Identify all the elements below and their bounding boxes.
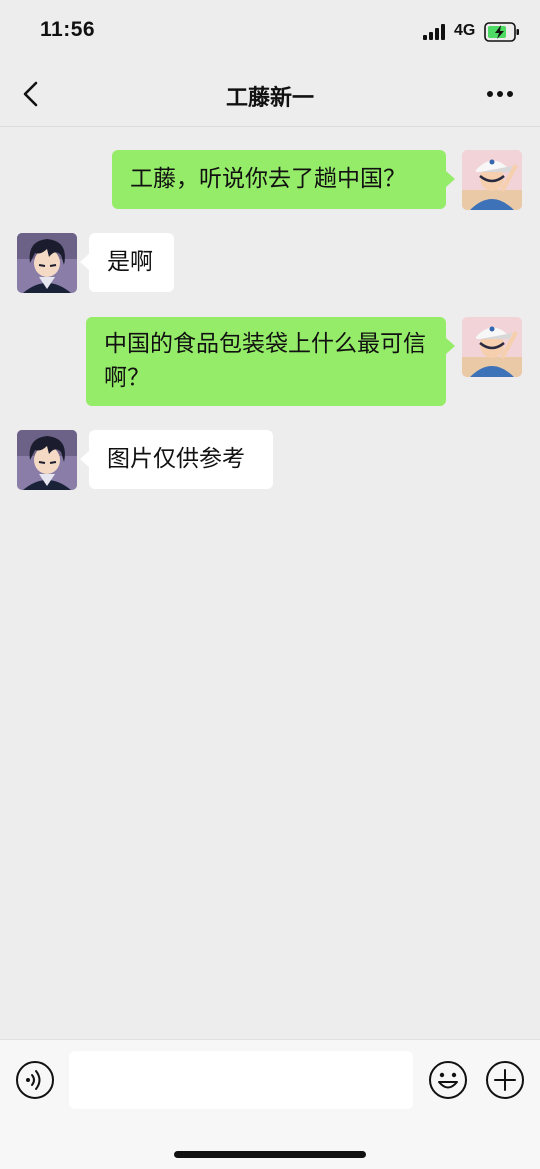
home-indicator[interactable] [174,1151,366,1158]
bubble-tail [446,338,455,354]
avatar-image-icon [462,317,522,377]
message-row-outgoing: 工藤，听说你去了趟中国？ [0,150,540,212]
signal-icon [423,24,445,40]
message-bubble[interactable]: 图片仅供参考 [89,430,273,489]
contact-avatar[interactable] [17,233,77,293]
message-row-incoming: 是啊 [0,233,540,295]
message-bubble[interactable]: 中国的食品包装袋上什么最可信啊？ [86,317,446,406]
bubble-tail [80,254,89,270]
message-list[interactable]: 工藤，听说你去了趟中国？ 是啊 中国的食品包装袋上什么最可信啊？ 图片仅供参考 [0,127,540,1039]
message-bubble[interactable]: 工藤，听说你去了趟中国？ [112,150,446,209]
avatar-image-icon [17,430,77,490]
emoji-icon[interactable] [428,1060,468,1100]
back-chevron-icon[interactable] [18,80,44,108]
avatar-image-icon [462,150,522,210]
chat-header: 工藤新一 [0,60,540,127]
voice-icon[interactable] [15,1060,55,1100]
my-avatar[interactable] [462,317,522,377]
status-time: 11:56 [40,18,96,41]
avatar-image-icon [17,233,77,293]
message-row-incoming: 图片仅供参考 [0,430,540,492]
message-row-outgoing: 中国的食品包装袋上什么最可信啊？ [0,317,540,409]
bubble-tail [446,171,455,187]
plus-icon[interactable] [485,1060,525,1100]
bubble-tail [80,451,89,467]
contact-avatar[interactable] [17,430,77,490]
network-type: 4G [454,22,476,39]
my-avatar[interactable] [462,150,522,210]
composer-bar [0,1039,540,1169]
chat-title: 工藤新一 [225,86,314,111]
message-bubble[interactable]: 是啊 [89,233,174,292]
battery-charging-icon [484,22,519,42]
message-input[interactable] [69,1051,413,1109]
status-bar: 11:56 4G [0,0,540,60]
more-dots-icon[interactable] [484,82,516,106]
